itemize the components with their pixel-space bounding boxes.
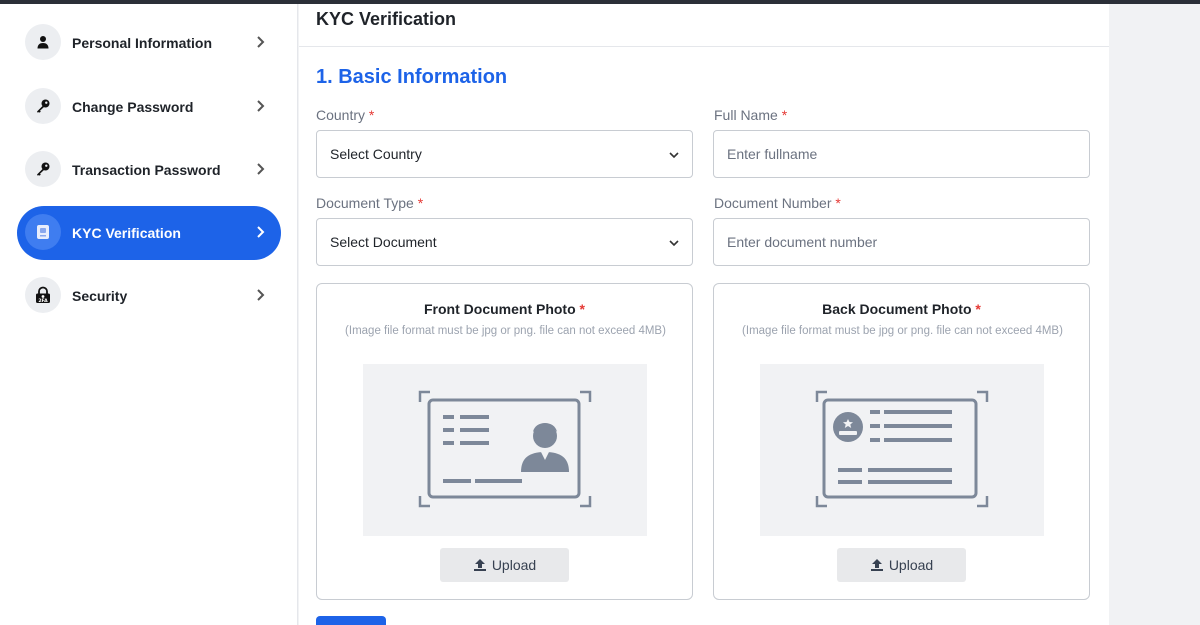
country-select-value: Select Country (330, 146, 422, 162)
id-card-back-icon (815, 390, 989, 508)
upload-icon (473, 559, 486, 571)
chevron-right-icon (257, 100, 265, 112)
document-number-field[interactable]: Enter document number (713, 218, 1090, 266)
full-name-placeholder: Enter fullname (727, 146, 818, 162)
svg-text:2FA: 2FA (38, 298, 48, 304)
submit-button[interactable] (316, 616, 386, 625)
back-upload-label: Upload (888, 557, 934, 573)
front-document-card: Front Document Photo * (Image file forma… (316, 283, 693, 600)
2fa-lock-icon: 2FA (25, 277, 61, 313)
document-type-select[interactable]: Select Document (316, 218, 693, 266)
back-upload-button[interactable]: Upload (837, 548, 966, 582)
full-name-field[interactable]: Enter fullname (713, 130, 1090, 178)
document-number-placeholder: Enter document number (727, 234, 878, 250)
sidebar-item-label: Personal Information (72, 35, 213, 51)
section-title: 1. Basic Information (316, 66, 508, 88)
sidebar-item-label: Security (72, 288, 128, 304)
front-upload-button[interactable]: Upload (440, 548, 569, 582)
sidebar: Personal Information Change Password Tra… (0, 4, 298, 625)
sidebar-item-change-password[interactable]: Change Password (17, 80, 281, 134)
upload-icon (870, 559, 883, 571)
country-select[interactable]: Select Country (316, 130, 693, 178)
key-icon (25, 88, 61, 124)
document-type-label: Document Type * (316, 195, 424, 211)
back-document-note: (Image file format must be jpg or png. f… (742, 325, 1063, 337)
front-document-title: Front Document Photo * (424, 301, 585, 317)
chevron-right-icon (257, 289, 265, 301)
front-document-preview[interactable] (363, 364, 647, 536)
main-panel: KYC Verification 1. Basic Information Co… (299, 4, 1109, 625)
back-document-preview[interactable] (760, 364, 1044, 536)
sidebar-item-kyc-verification[interactable]: KYC Verification (17, 206, 281, 260)
sidebar-item-label: Transaction Password (72, 162, 221, 178)
front-document-note: (Image file format must be jpg or png. f… (345, 325, 666, 337)
front-upload-label: Upload (491, 557, 537, 573)
id-card-front-icon (418, 390, 592, 508)
full-name-label: Full Name * (714, 107, 788, 123)
user-icon (25, 24, 61, 60)
chevron-right-icon (257, 36, 265, 48)
right-pane (1109, 4, 1200, 625)
chevron-right-icon (257, 163, 265, 175)
key-icon (25, 151, 61, 187)
document-type-select-value: Select Document (330, 234, 437, 250)
sidebar-item-personal-information[interactable]: Personal Information (17, 16, 281, 70)
page-title: KYC Verification (316, 9, 457, 29)
chevron-down-icon (669, 240, 679, 247)
sidebar-item-security[interactable]: 2FA Security (17, 269, 281, 323)
back-document-title: Back Document Photo * (822, 301, 981, 317)
back-document-card: Back Document Photo * (Image file format… (713, 283, 1090, 600)
country-label: Country * (316, 107, 375, 123)
chevron-right-icon (257, 226, 265, 238)
sidebar-item-transaction-password[interactable]: Transaction Password (17, 143, 281, 197)
document-number-label: Document Number * (714, 195, 841, 211)
chevron-down-icon (669, 152, 679, 159)
divider (299, 46, 1109, 47)
id-card-icon (25, 214, 61, 250)
sidebar-item-label: Change Password (72, 99, 194, 115)
sidebar-item-label: KYC Verification (72, 225, 181, 241)
